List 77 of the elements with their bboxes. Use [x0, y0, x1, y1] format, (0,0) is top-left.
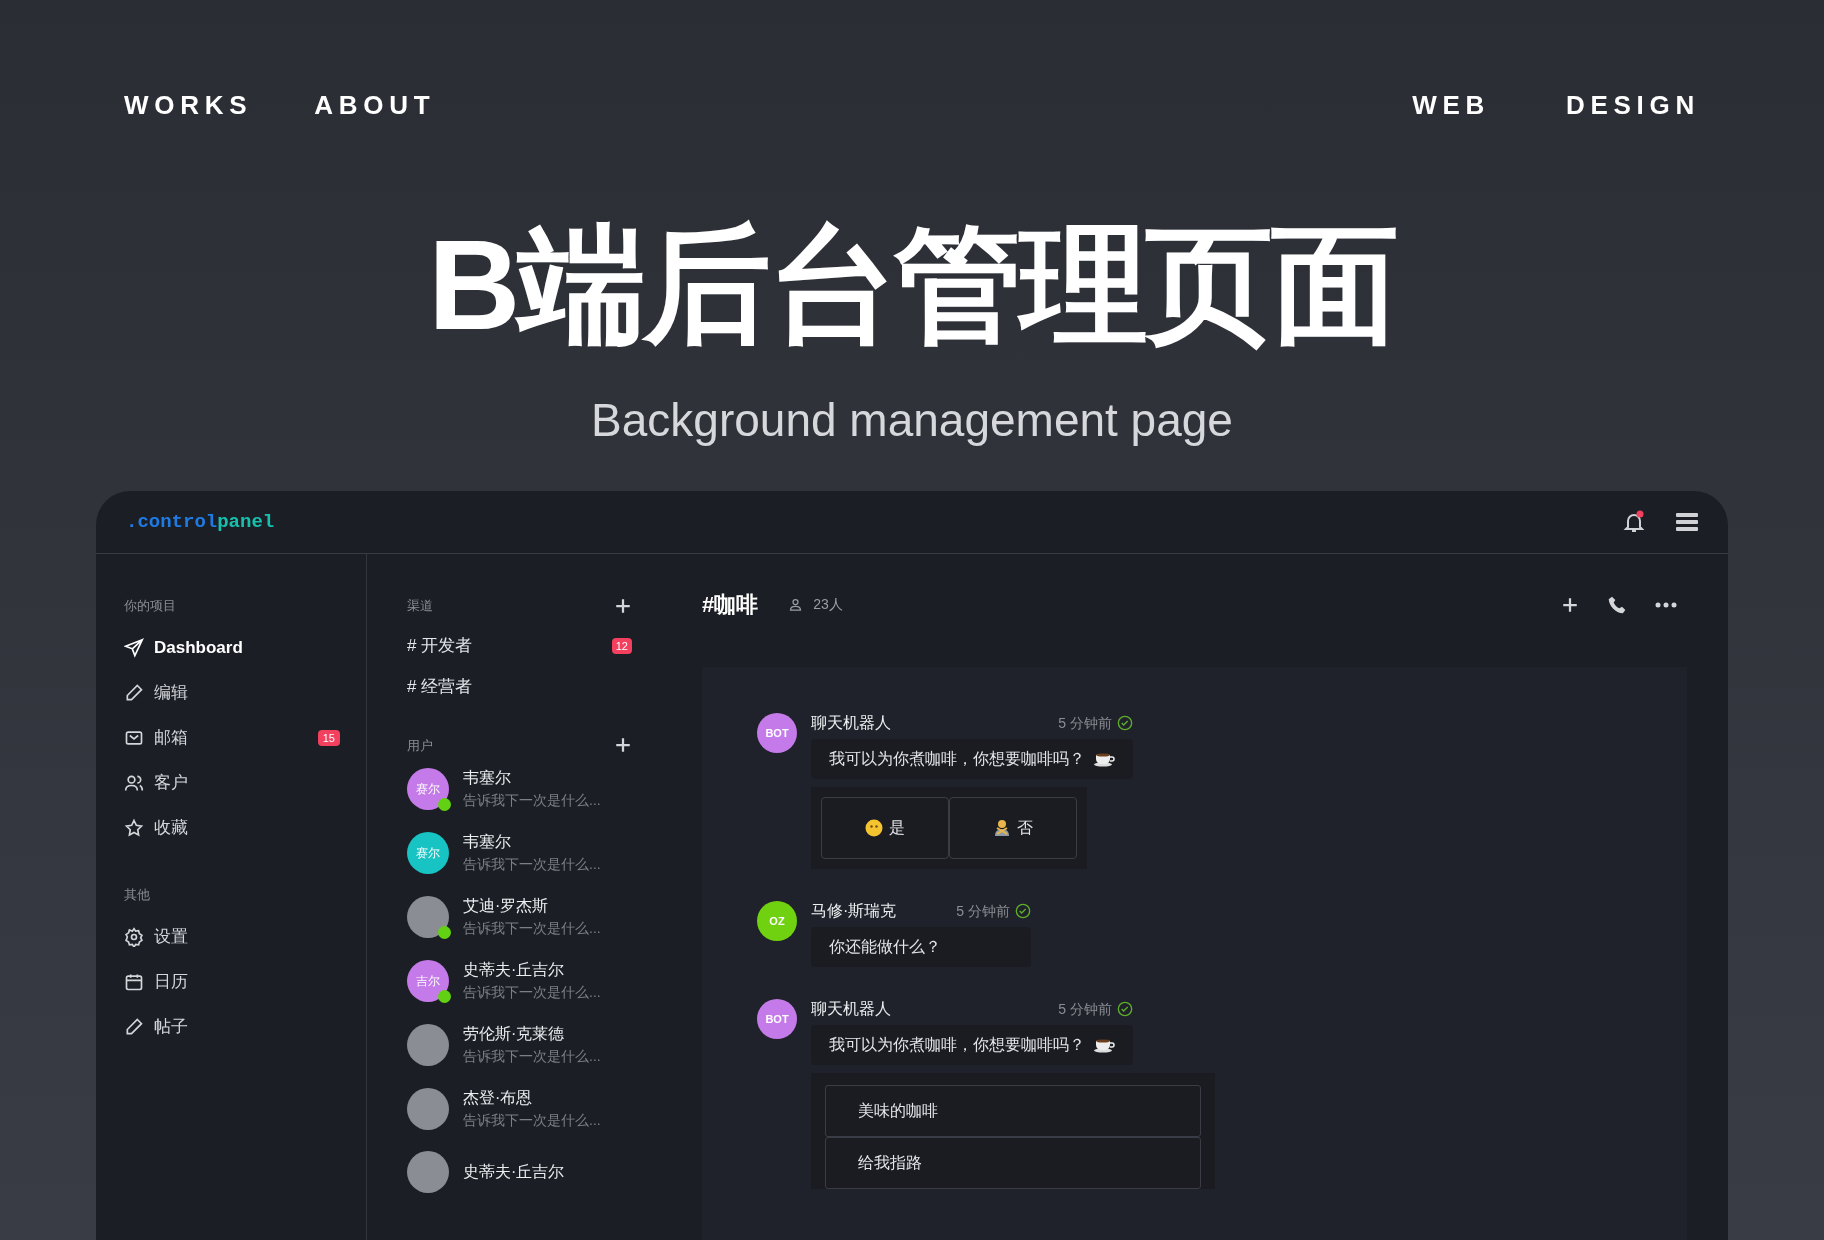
message-time: 5 分钟前 [1058, 713, 1112, 733]
user-name[interactable]: 艾迪·罗杰斯 [463, 895, 601, 917]
bell-icon[interactable] [1622, 510, 1646, 534]
message-time: 5 分钟前 [956, 901, 1010, 921]
avatar: BOT [757, 999, 797, 1039]
count-badge: 15 [317, 729, 340, 747]
reply-button[interactable]: 否 [949, 797, 1077, 859]
person-icon [788, 597, 804, 612]
channel-item[interactable]: # 开发者 12 [407, 625, 632, 667]
user-name[interactable]: 杰登·布恩 [463, 1087, 601, 1109]
sidebar-item[interactable]: Dashboard [124, 625, 340, 671]
add-icon[interactable] [1561, 595, 1579, 614]
phone-icon[interactable] [1607, 594, 1627, 615]
avatar: OZ [757, 901, 797, 941]
member-count: 23人 [813, 595, 843, 614]
user-name[interactable]: 史蒂夫·丘吉尔 [463, 1161, 565, 1183]
more-icon[interactable] [1655, 601, 1677, 608]
reply-button[interactable]: 是 [821, 797, 949, 859]
hero-title: B端后台管理页面 [428, 221, 1396, 349]
message-preview: 告诉我下一次是什么... [463, 919, 601, 938]
count-badge: 12 [611, 637, 632, 655]
settings-icon [124, 926, 144, 947]
sidebar-item[interactable]: 邮箱 15 [124, 715, 340, 761]
mail-icon [124, 728, 144, 748]
user-name[interactable]: 劳伦斯·克莱德 [463, 1023, 601, 1045]
section-heading: 渠道 [407, 597, 433, 615]
option-button[interactable]: 给我指路 [825, 1137, 1201, 1189]
pencil-icon [124, 683, 144, 703]
sidebar-item[interactable]: 帖子 [124, 1004, 340, 1049]
avatar: 赛尔 [407, 832, 449, 874]
section-heading: 其他 [124, 885, 151, 904]
user-name[interactable]: 韦塞尔 [463, 831, 601, 853]
channel-item[interactable]: # 经营者 [407, 666, 632, 708]
message-bubble: 我可以为你煮咖啡，你想要咖啡吗？ [811, 1025, 1133, 1065]
nav-link[interactable]: ABOUT [314, 86, 436, 125]
message-bubble: 你还能做什么？ [811, 927, 1031, 967]
sender-name: 马修·斯瑞克 [811, 901, 897, 921]
paper-plane-icon [124, 638, 144, 658]
channel-title: #咖啡 [702, 591, 759, 619]
person-gesture-icon [993, 819, 1011, 837]
sender-name: 聊天机器人 [811, 999, 891, 1019]
message-preview: 告诉我下一次是什么... [463, 1047, 601, 1066]
sidebar-item[interactable]: 日历 [124, 959, 340, 1004]
face-icon [865, 819, 883, 837]
avatar: 吉尔 [407, 960, 449, 1002]
message-bubble: 我可以为你煮咖啡，你想要咖啡吗？ [811, 739, 1133, 779]
pencil-icon [124, 1016, 144, 1037]
section-heading: 你的项目 [124, 597, 177, 615]
avatar: 赛尔 [407, 768, 449, 810]
coffee-cup-icon [1093, 1037, 1115, 1053]
star-icon [124, 818, 144, 838]
message-preview: 告诉我下一次是什么... [463, 983, 601, 1002]
add-icon[interactable] [614, 596, 632, 615]
users-icon [124, 773, 144, 793]
option-button[interactable]: 美味的咖啡 [825, 1085, 1201, 1137]
sender-name: 聊天机器人 [811, 713, 891, 733]
photo-placeholder [407, 896, 449, 938]
sidebar-item[interactable]: 设置 [124, 914, 340, 959]
user-name[interactable]: 史蒂夫·丘吉尔 [463, 959, 601, 981]
nav-link[interactable]: WEB [1412, 86, 1490, 125]
nav-link[interactable]: DESIGN [1566, 86, 1700, 125]
logo-prefix: .control [126, 509, 218, 535]
message-time: 5 分钟前 [1058, 999, 1112, 1019]
logo-suffix: panel [217, 509, 275, 535]
sidebar-item[interactable]: 编辑 [124, 670, 340, 716]
nav-link[interactable]: WORKS [124, 86, 253, 125]
message-preview: 告诉我下一次是什么... [463, 791, 601, 810]
sidebar-item[interactable]: 收藏 [124, 805, 340, 851]
menu-icon[interactable] [1676, 512, 1698, 532]
message-preview: 告诉我下一次是什么... [463, 1111, 601, 1130]
user-name[interactable]: 韦塞尔 [463, 767, 601, 789]
add-icon[interactable] [614, 736, 632, 755]
avatar: BOT [757, 713, 797, 753]
sidebar-item[interactable]: 客户 [124, 760, 340, 806]
coffee-cup-icon [1093, 751, 1115, 767]
section-heading: 用户 [407, 736, 433, 755]
message-preview: 告诉我下一次是什么... [463, 855, 601, 874]
